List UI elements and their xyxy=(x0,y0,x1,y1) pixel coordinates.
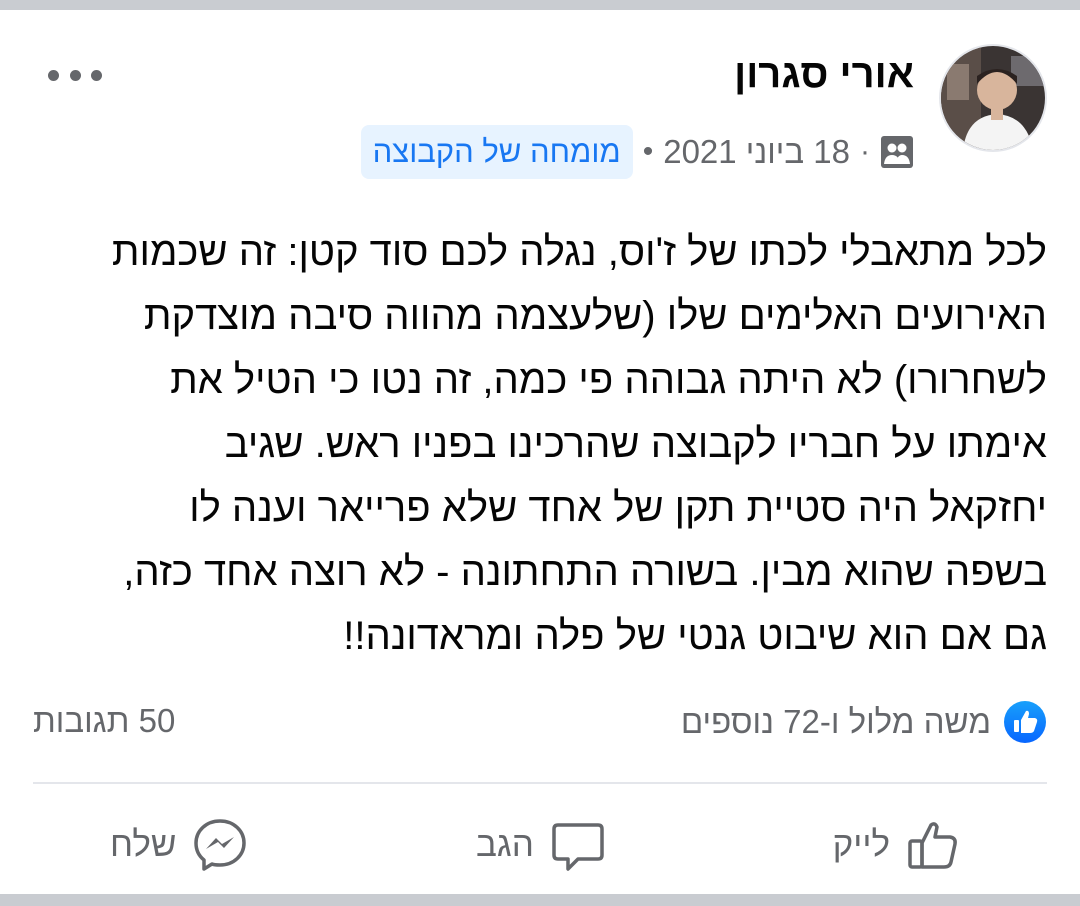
messenger-icon xyxy=(194,819,247,871)
like-button[interactable]: לייק xyxy=(833,810,964,880)
post-text-line: לשחרורו) לא היתה גבוהה פי כמה, זה נטו כי… xyxy=(170,358,1047,402)
post-meta: מומחה של הקבוצה • 18 ביוני 2021 · xyxy=(360,124,914,180)
comment-icon xyxy=(552,823,604,871)
more-dot xyxy=(91,69,102,81)
author-name[interactable]: אורי סגרון xyxy=(734,52,914,97)
post-card: אורי סגרון מומחה של הקבוצה • 18 ביוני 20… xyxy=(0,10,1080,894)
like-reaction-icon xyxy=(1004,701,1046,743)
group-expert-badge[interactable]: מומחה של הקבוצה xyxy=(360,125,633,179)
send-label: שלח xyxy=(110,825,177,864)
thumbs-up-icon xyxy=(908,822,957,869)
post-text-line: אימתו על חבריו לקבוצה שהרכינו בפניו ראש.… xyxy=(224,422,1047,466)
post-text-line: יחזקאל היה סטיית תקן של אחד שלא פרייאר ו… xyxy=(189,486,1047,530)
meta-separator: · xyxy=(860,135,870,168)
post-text-line: האירועים האלימים שלו (שלעצמה מהווה סיבה … xyxy=(143,294,1047,338)
more-options-button[interactable] xyxy=(48,60,102,90)
comments-count[interactable]: 50 תגובות xyxy=(33,702,175,740)
more-dot xyxy=(69,69,81,81)
more-dot xyxy=(48,69,59,81)
reactions-text: משה מלול ו-72 נוספים xyxy=(680,703,991,740)
post-text: לכל מתאבלי לכתו של ז'וס, נגלה לכם סוד קט… xyxy=(32,220,1047,668)
divider xyxy=(33,782,1047,784)
comment-label: הגב xyxy=(476,825,534,864)
reactions-summary[interactable]: משה מלול ו-72 נוספים xyxy=(681,698,1047,746)
post-text-line: בשפה שהוא מבין. בשורה התחתונה - לא רוצה … xyxy=(123,550,1047,594)
post-date[interactable]: 18 ביוני 2021 xyxy=(663,133,850,171)
meta-separator: • xyxy=(642,135,654,168)
post-text-line: לכל מתאבלי לכתו של ז'וס, נגלה לכם סוד קט… xyxy=(111,230,1047,274)
comment-button[interactable]: הגב xyxy=(476,810,608,880)
post-text-line: גם אם הוא שיבוט גנטי של פלה ומראדונה!! xyxy=(343,614,1047,658)
group-icon xyxy=(881,136,913,168)
send-button[interactable]: שלח xyxy=(110,810,250,880)
avatar-photo xyxy=(941,46,1045,150)
author-avatar[interactable] xyxy=(939,44,1047,152)
like-label: לייק xyxy=(832,825,890,864)
